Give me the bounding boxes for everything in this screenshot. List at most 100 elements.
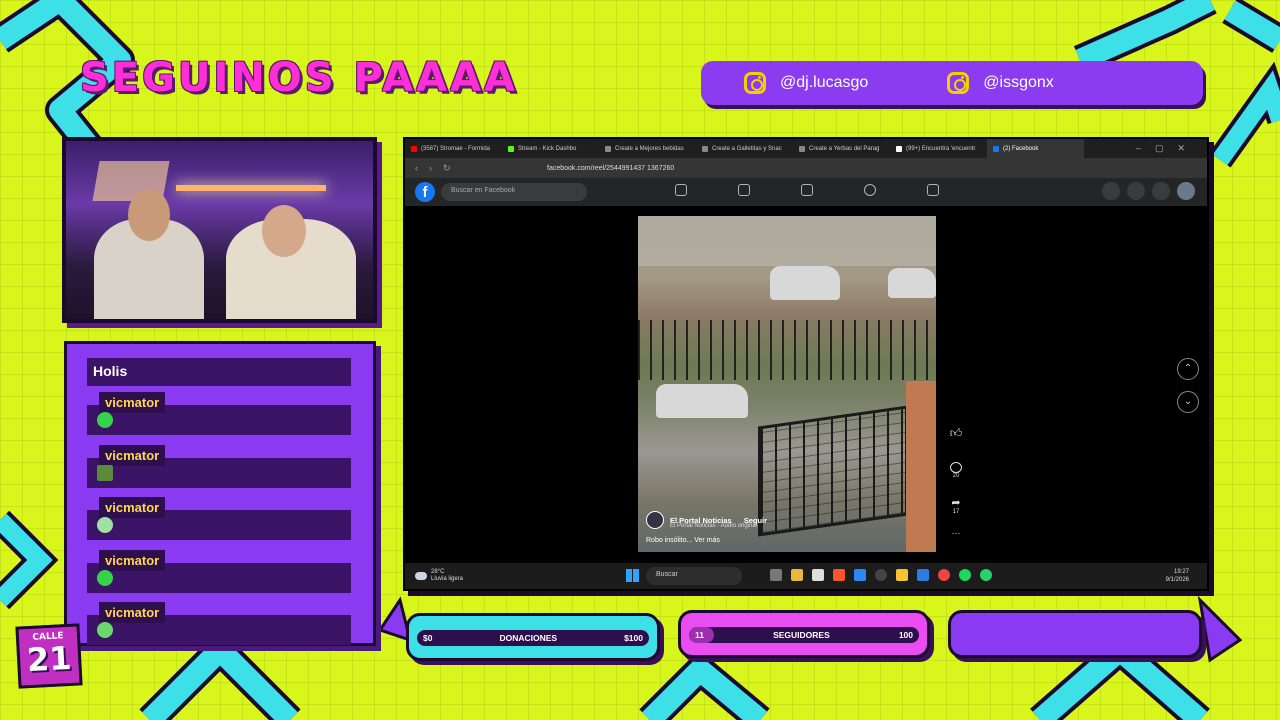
share-count: 17: [952, 509, 960, 515]
explorer-icon[interactable]: [896, 569, 908, 581]
brave-icon[interactable]: [833, 569, 845, 581]
followers-current: 11: [695, 630, 704, 640]
chat-username: vicmator: [99, 444, 166, 466]
spotify-icon[interactable]: [959, 569, 971, 581]
streamer-left-head: [128, 189, 170, 241]
donations-bar: $0 DONACIONES $100: [406, 613, 660, 661]
browser-tab[interactable]: (99+) Encuentra 'encuentr: [890, 139, 987, 158]
browser-tab[interactable]: Stream - Kick Dashbo: [502, 139, 599, 158]
tab-label: (99+) Encuentra 'encuentr: [906, 145, 976, 152]
donations-track: $0 DONACIONES $100: [417, 630, 649, 646]
screen-share: (3587) Stromae - Formida Stream - Kick D…: [403, 137, 1209, 591]
instagram-icon: [947, 72, 970, 94]
video-icon[interactable]: [738, 184, 750, 196]
chat-message: vicmator: [87, 497, 351, 550]
back-icon[interactable]: ‹: [415, 163, 429, 173]
comment-icon: [950, 462, 962, 473]
next-reel-button[interactable]: ⌄: [1177, 391, 1199, 413]
cloud-icon: [415, 572, 427, 580]
followers-track: 11 SEGUIDORES 100: [689, 627, 919, 643]
vscode-icon[interactable]: [917, 569, 929, 581]
channel-logo: CALLE 21: [15, 623, 83, 689]
share-icon: ➦: [951, 497, 961, 509]
donations-goal: $100: [624, 633, 643, 643]
browser-tab[interactable]: Create a Galletitas y Snac: [696, 139, 793, 158]
weather-temp: 28°C: [431, 569, 445, 575]
facebook-logo-icon[interactable]: f: [415, 182, 435, 202]
chat-username: vicmator: [99, 549, 166, 571]
emote-icon: [97, 517, 113, 533]
video-gate: [758, 405, 908, 537]
browser-tab[interactable]: Create a Yerbas del Parag: [793, 139, 890, 158]
chat-top-message: Holis: [87, 358, 351, 386]
chat-username: vicmator: [99, 602, 166, 623]
window-controls[interactable]: –▢✕: [1136, 143, 1199, 154]
browser-tab[interactable]: (3587) Stromae - Formida: [405, 139, 502, 158]
facebook-search-input[interactable]: Buscar en Facebook: [441, 183, 587, 201]
emote-icon: [97, 569, 113, 586]
gaming-icon[interactable]: [927, 184, 939, 196]
like-button[interactable]: 👍︎: [947, 426, 965, 441]
page-title: SEGUINOS PAAAA: [80, 55, 519, 101]
notifications-icon[interactable]: [1152, 182, 1170, 200]
more-options-button[interactable]: ···: [947, 528, 965, 538]
whatsapp-icon[interactable]: [980, 569, 992, 581]
page-avatar[interactable]: [646, 511, 664, 529]
comment-button[interactable]: 20: [947, 462, 965, 479]
tab-label: Create a Mejores bebidas: [615, 145, 684, 152]
browser-tab-active[interactable]: (2) Facebook: [987, 139, 1084, 158]
reel-caption-text[interactable]: Robo insólito... Ver más: [646, 537, 767, 544]
video-wall-right: [906, 381, 936, 552]
store-icon[interactable]: [812, 569, 824, 581]
tab-label: Stream - Kick Dashbo: [518, 145, 577, 152]
webcam-feed: [62, 137, 377, 323]
donations-current: $0: [423, 633, 433, 643]
folder-icon[interactable]: [791, 569, 803, 581]
reel-audio[interactable]: El Portal Noticias · Audio original: [670, 523, 767, 529]
reel-viewer: El Portal Noticias Seguir El Portal Notic…: [405, 206, 1207, 563]
followers-goal: 100: [898, 630, 913, 640]
emote-icon: [97, 412, 113, 428]
windows-start-icon[interactable]: [626, 569, 639, 582]
browser-tab[interactable]: Create a Mejores bebidas: [599, 139, 696, 158]
video-fence: [638, 320, 936, 380]
share-button[interactable]: ➦ 17: [947, 496, 965, 515]
tab-label: Create a Galletitas y Snac: [712, 145, 782, 152]
groups-icon[interactable]: [864, 184, 876, 196]
previous-reel-button[interactable]: ⌃: [1177, 358, 1199, 380]
reel-video[interactable]: El Portal Noticias Seguir El Portal Notic…: [638, 216, 936, 552]
menu-icon[interactable]: [1102, 182, 1120, 200]
tab-label: (3587) Stromae - Formida: [421, 145, 491, 152]
profile-avatar[interactable]: [1177, 182, 1195, 200]
reload-icon[interactable]: ↻: [443, 163, 457, 174]
chat-message: vicmator: [87, 392, 351, 445]
tab-label: Create a Yerbas del Parag: [809, 145, 880, 152]
system-tray-clock[interactable]: 19:27 9/1/2026: [1166, 568, 1189, 584]
taskbar-search[interactable]: Buscar: [646, 567, 742, 585]
chat-username: vicmator: [99, 392, 166, 413]
forward-icon[interactable]: ›: [429, 163, 443, 173]
app-icon[interactable]: [770, 569, 782, 581]
video-car: [888, 268, 936, 298]
browser-tab-bar: (3587) Stromae - Formida Stream - Kick D…: [405, 139, 1207, 158]
social-handle: @dj.lucasgo: [780, 74, 869, 91]
marketplace-icon[interactable]: [801, 184, 813, 196]
led-strip: [176, 185, 326, 191]
weather-widget[interactable]: 28°C Lluvia ligera: [415, 569, 463, 583]
messenger-icon[interactable]: [1127, 182, 1145, 200]
chat-message: vicmator: [87, 602, 351, 655]
video-wall: [638, 216, 936, 266]
followers-bar: 11 SEGUIDORES 100: [678, 610, 930, 658]
chrome-icon[interactable]: [938, 569, 950, 581]
social-item-2[interactable]: @issgonx: [947, 72, 1054, 94]
obs-icon[interactable]: [875, 569, 887, 581]
weather-desc: Lluvia ligera: [431, 576, 464, 582]
emote-icon: [97, 622, 113, 638]
url-input[interactable]: facebook.com/reel/2544991437 1367260: [547, 165, 674, 172]
edge-icon[interactable]: [854, 569, 866, 581]
home-icon[interactable]: [675, 184, 687, 196]
tab-favicon-icon: [993, 145, 999, 152]
chat-username: vicmator: [99, 497, 166, 518]
social-item-1[interactable]: @dj.lucasgo: [744, 72, 868, 94]
clock-time: 19:27: [1173, 569, 1189, 575]
